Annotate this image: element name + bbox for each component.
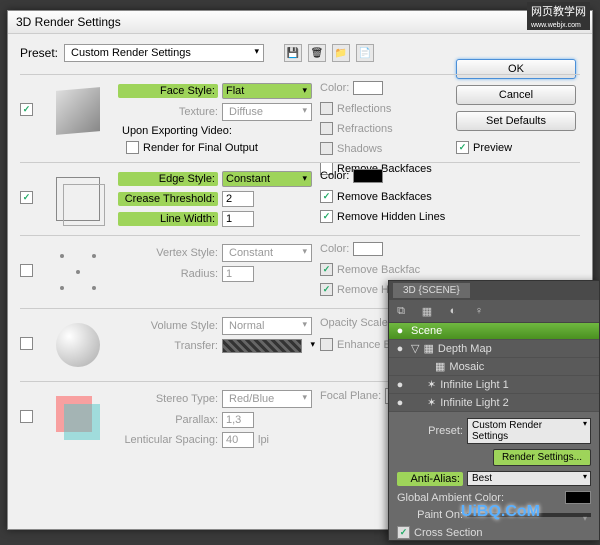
edge-preview-icon xyxy=(50,171,106,227)
vertex-remove-hidden-checkbox xyxy=(320,283,333,296)
watermark-top: 网页教学网www.webjx.com xyxy=(527,2,590,30)
refractions-checkbox xyxy=(320,122,333,135)
tree-row[interactable]: ▦Mosaic xyxy=(389,358,599,376)
light-icon[interactable]: ♀ xyxy=(471,304,487,318)
filter-icon[interactable]: ⧉ xyxy=(393,304,409,318)
doc-icon[interactable]: 📄 xyxy=(356,44,374,62)
vertex-style-dropdown: Constant xyxy=(222,244,312,262)
opacity-scale-label: Opacity Scale: xyxy=(320,317,391,329)
texture-dropdown[interactable]: Diffuse xyxy=(222,103,312,121)
face-enable-checkbox[interactable] xyxy=(20,103,33,116)
render-final-label: Render for Final Output xyxy=(143,142,258,154)
save-icon[interactable]: 💾 xyxy=(284,44,302,62)
preset-label: Preset: xyxy=(20,46,58,60)
face-style-label: Face Style: xyxy=(118,84,218,98)
ambient-color-label: Global Ambient Color: xyxy=(397,492,561,504)
crease-label: Crease Threshold: xyxy=(118,192,218,206)
radius-label: Radius: xyxy=(118,268,218,280)
line-width-label: Line Width: xyxy=(118,212,218,226)
edge-remove-backfaces-checkbox[interactable] xyxy=(320,190,333,203)
edge-style-label: Edge Style: xyxy=(118,172,218,186)
scene-preset-dropdown[interactable]: Custom Render Settings xyxy=(467,418,591,444)
edge-color-label: Color: xyxy=(320,170,349,182)
tree-row[interactable]: ●✶Infinite Light 1 xyxy=(389,376,599,394)
ambient-color-swatch[interactable] xyxy=(565,491,591,504)
trash-icon[interactable]: 🗑 xyxy=(308,44,326,62)
face-preview-icon xyxy=(50,83,106,139)
edge-color-swatch[interactable] xyxy=(353,169,383,183)
scene-panel: 3D {SCENE} ⧉ ▦ ◐ ♀ ●Scene ●▽▦Depth Map ▦… xyxy=(388,280,600,541)
face-color-label: Color: xyxy=(320,82,349,94)
render-settings-button[interactable]: Render Settings... xyxy=(493,449,591,466)
dialog-title: 3D Render Settings xyxy=(8,11,592,34)
cross-section-label: Cross Section xyxy=(414,527,482,539)
eye-icon[interactable]: ● xyxy=(393,343,407,355)
vertex-color-swatch xyxy=(353,242,383,256)
stereo-enable-checkbox[interactable] xyxy=(20,410,33,423)
eye-icon[interactable]: ● xyxy=(393,397,407,409)
watermark-bottom: UiBQ.CoM xyxy=(461,503,540,521)
transfer-label: Transfer: xyxy=(118,340,218,352)
render-final-checkbox[interactable] xyxy=(126,141,139,154)
anti-alias-dropdown[interactable]: Best xyxy=(467,471,591,486)
preset-dropdown[interactable]: Custom Render Settings xyxy=(64,44,264,62)
scene-tab[interactable]: 3D {SCENE} xyxy=(393,283,470,298)
folder-icon[interactable]: 📁 xyxy=(332,44,350,62)
volume-style-label: Volume Style: xyxy=(118,320,218,332)
tree-row[interactable]: ●▽▦Depth Map xyxy=(389,340,599,358)
stereo-type-dropdown: Red/Blue xyxy=(222,390,312,408)
scene-tree: ●Scene ●▽▦Depth Map ▦Mosaic ●✶Infinite L… xyxy=(389,323,599,412)
line-width-input[interactable] xyxy=(222,211,254,227)
cross-section-checkbox[interactable] xyxy=(397,526,410,539)
vertex-color-label: Color: xyxy=(320,243,349,255)
lenticular-label: Lenticular Spacing: xyxy=(118,434,218,446)
vertex-remove-backfaces-checkbox xyxy=(320,263,333,276)
shadows-checkbox xyxy=(320,142,333,155)
material-icon[interactable]: ◐ xyxy=(445,304,461,318)
face-style-dropdown[interactable]: Flat xyxy=(222,83,312,99)
texture-label: Texture: xyxy=(118,106,218,118)
edge-remove-hidden-checkbox[interactable] xyxy=(320,210,333,223)
vertex-enable-checkbox[interactable] xyxy=(20,264,33,277)
parallax-input xyxy=(222,412,254,428)
tree-row[interactable]: ●✶Infinite Light 2 xyxy=(389,394,599,412)
volume-style-dropdown: Normal xyxy=(222,317,312,335)
reflections-checkbox xyxy=(320,102,333,115)
tree-scene-row[interactable]: ●Scene xyxy=(389,323,599,340)
export-label: Upon Exporting Video: xyxy=(122,125,232,137)
volume-enable-checkbox[interactable] xyxy=(20,337,33,350)
parallax-label: Parallax: xyxy=(118,414,218,426)
eye-icon[interactable]: ● xyxy=(393,325,407,337)
eye-icon[interactable]: ● xyxy=(393,379,407,391)
edge-enable-checkbox[interactable] xyxy=(20,191,33,204)
anti-alias-label: Anti-Alias: xyxy=(397,472,463,486)
scene-preset-label: Preset: xyxy=(397,425,463,437)
transfer-gradient xyxy=(222,339,302,353)
lenticular-input xyxy=(222,432,254,448)
face-color-swatch[interactable] xyxy=(353,81,383,95)
enhance-bound-checkbox xyxy=(320,338,333,351)
crease-input[interactable] xyxy=(222,191,254,207)
stereo-type-label: Stereo Type: xyxy=(118,393,218,405)
mesh-icon[interactable]: ▦ xyxy=(419,304,435,318)
volume-preview-icon xyxy=(50,317,106,373)
radius-input xyxy=(222,266,254,282)
stereo-preview-icon xyxy=(50,390,106,446)
vertex-preview-icon xyxy=(50,244,106,300)
focal-plane-label: Focal Plane: xyxy=(320,390,381,402)
edge-style-dropdown[interactable]: Constant xyxy=(222,171,312,187)
vertex-style-label: Vertex Style: xyxy=(118,247,218,259)
paint-on-label: Paint On: xyxy=(397,509,463,521)
